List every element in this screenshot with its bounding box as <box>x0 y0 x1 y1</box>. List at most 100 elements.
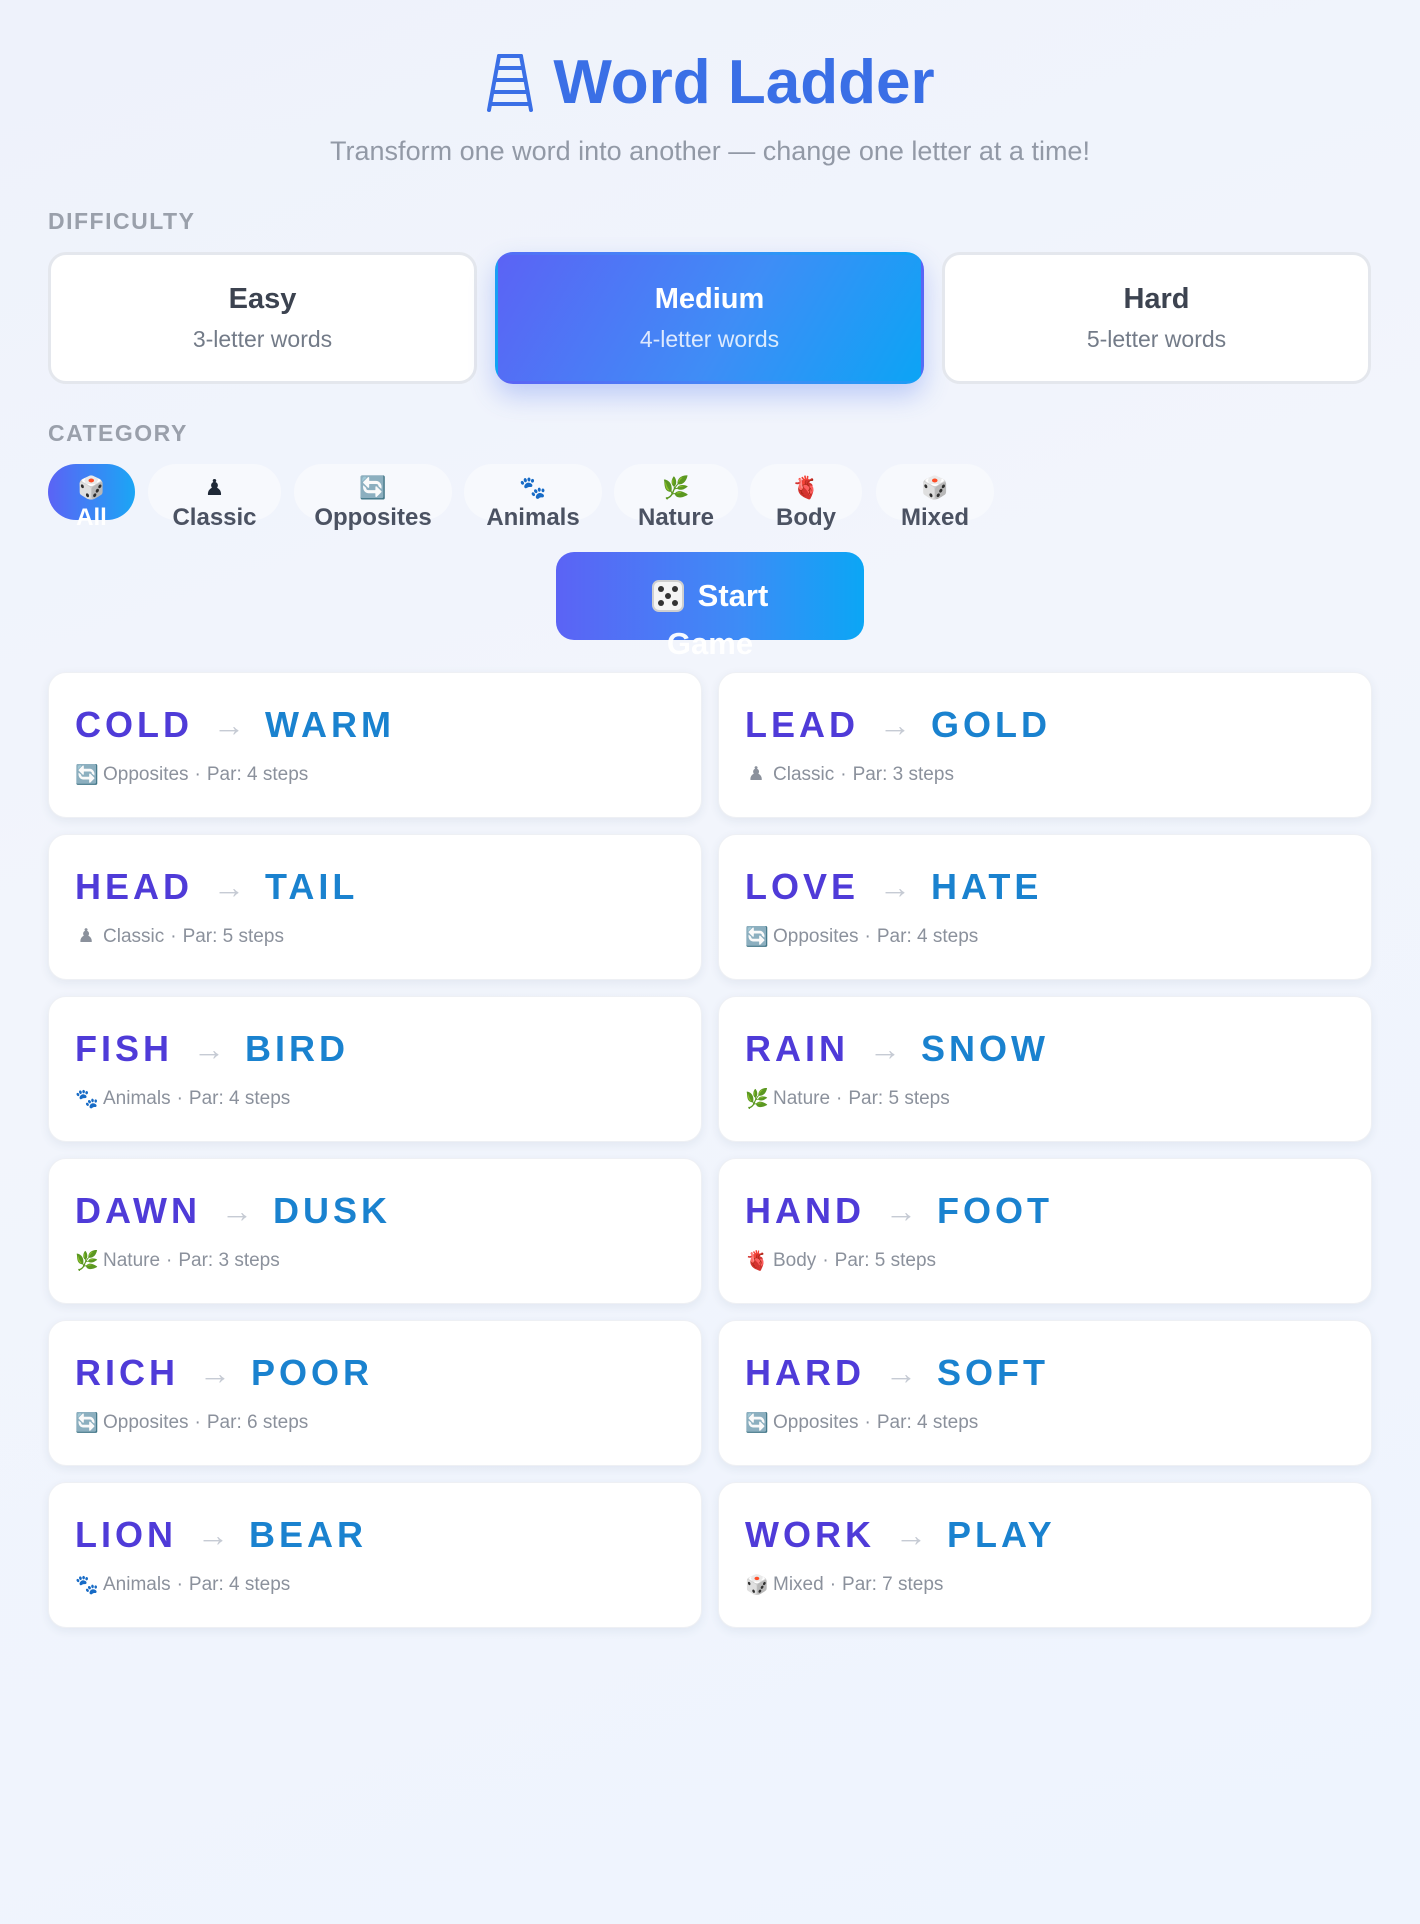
arrow-right-icon: → <box>213 707 245 743</box>
target-word: BEAR <box>249 1514 368 1555</box>
start-word: FISH <box>75 1028 174 1069</box>
start-label: Start <box>697 578 769 613</box>
category-label-text: Nature <box>637 504 715 531</box>
category-icon: 🐾 <box>75 1575 99 1596</box>
category-opposites-icon: 🔄 <box>359 475 387 500</box>
category-classic-button[interactable]: ♟ Classic <box>148 464 281 531</box>
puzzle-par: Par: 7 steps <box>842 1574 944 1595</box>
puzzle-category: Opposites <box>773 1412 859 1433</box>
target-word: HATE <box>931 866 1043 907</box>
puzzle-card[interactable]: LION → BEAR 🐾 Animals · Par: 4 steps <box>48 1482 702 1628</box>
start-word: COLD <box>75 704 193 745</box>
meta-separator: · <box>194 1412 201 1433</box>
puzzle-meta: 🫀 Body · Par: 5 steps <box>745 1249 1345 1273</box>
puzzle-category: Animals <box>103 1088 171 1109</box>
puzzle-meta: 🌿 Nature · Par: 5 steps <box>745 1087 1345 1111</box>
start-word: LION <box>75 1514 177 1555</box>
word-pair: LION → BEAR <box>75 1513 675 1557</box>
category-label-text: Opposites <box>314 504 432 531</box>
start-game-button[interactable]: Start Game <box>556 552 864 661</box>
puzzle-card[interactable]: LOVE → HATE 🔄 Opposites · Par: 4 steps <box>718 834 1372 980</box>
puzzle-par: Par: 4 steps <box>188 1574 291 1595</box>
puzzle-meta: 🌿 Nature · Par: 3 steps <box>75 1249 675 1273</box>
puzzle-card[interactable]: WORK → PLAY 🎲 Mixed · Par: 7 steps <box>718 1482 1372 1628</box>
category-icon: 🔄 <box>75 765 99 786</box>
category-label: CATEGORY <box>48 420 188 446</box>
category-animals-button[interactable]: 🐾 Animals <box>464 464 602 531</box>
puzzle-grid: COLD → WARM 🔄 Opposites · Par: 4 steps LEAD → GOL… <box>48 672 1372 1628</box>
target-word: FOOT <box>937 1190 1053 1231</box>
arrow-right-icon: → <box>199 1355 231 1391</box>
page-header: Word Ladder Transform one word into anot… <box>0 46 1420 168</box>
difficulty-name: Easy <box>228 283 297 315</box>
puzzle-category: Opposites <box>103 1412 189 1433</box>
puzzle-meta: ♟ Classic · Par: 5 steps <box>75 925 675 948</box>
start-word: HARD <box>745 1352 865 1393</box>
arrow-right-icon: → <box>197 1517 229 1553</box>
category-mixed-button[interactable]: 🎲 Mixed <box>876 464 994 531</box>
meta-separator: · <box>176 1574 183 1595</box>
category-nature-icon: 🌿 <box>662 475 690 500</box>
difficulty-label: DIFFICULTY <box>48 208 196 234</box>
difficulty-easy-button[interactable]: Easy 3-letter words <box>48 252 477 384</box>
category-all-button[interactable]: 🎲 All <box>48 464 135 531</box>
category-label-text: Classic <box>172 504 257 531</box>
category-selector: 🎲 All ♟ Classic 🔄 Opposites 🐾 Animals 🌿 Nature 🫀 Bo… <box>48 464 1371 531</box>
word-pair: LOVE → HATE <box>745 865 1345 909</box>
meta-separator: · <box>170 925 177 947</box>
puzzle-card[interactable]: HEAD → TAIL ♟ Classic · Par: 5 steps <box>48 834 702 980</box>
difficulty-medium-button[interactable]: Medium 4-letter words <box>495 252 924 384</box>
target-word: PLAY <box>946 1514 1056 1555</box>
puzzle-card[interactable]: FISH → BIRD 🐾 Animals · Par: 4 steps <box>48 996 702 1142</box>
category-body-button[interactable]: 🫀 Body <box>750 464 862 531</box>
meta-separator: · <box>822 1250 829 1271</box>
category-all-icon: 🎲 <box>77 475 106 500</box>
puzzle-meta: 🔄 Opposites · Par: 4 steps <box>75 763 675 787</box>
puzzle-meta: ♟ Classic · Par: 3 steps <box>745 763 1345 786</box>
ladder-icon <box>487 54 534 112</box>
target-word: POOR <box>251 1352 374 1393</box>
arrow-right-icon: → <box>879 707 911 743</box>
puzzle-par: Par: 6 steps <box>206 1412 309 1433</box>
puzzle-card[interactable]: LEAD → GOLD ♟ Classic · Par: 3 steps <box>718 672 1372 818</box>
category-nature-button[interactable]: 🌿 Nature <box>614 464 738 531</box>
category-opposites-button[interactable]: 🔄 Opposites <box>294 464 452 531</box>
category-icon: 🌿 <box>745 1089 769 1110</box>
puzzle-card[interactable]: COLD → WARM 🔄 Opposites · Par: 4 steps <box>48 672 702 818</box>
category-icon: 🔄 <box>75 1413 99 1434</box>
puzzle-card[interactable]: RAIN → SNOW 🌿 Nature · Par: 5 steps <box>718 996 1372 1142</box>
meta-separator: · <box>829 1574 837 1595</box>
difficulty-hard-button[interactable]: Hard 5-letter words <box>942 252 1371 384</box>
target-word: TAIL <box>265 866 359 907</box>
puzzle-card[interactable]: DAWN → DUSK 🌿 Nature · Par: 3 steps <box>48 1158 702 1304</box>
puzzle-par: Par: 5 steps <box>834 1250 937 1271</box>
word-pair: FISH → BIRD <box>75 1027 675 1071</box>
start-label-wrap: Game <box>666 626 754 661</box>
arrow-right-icon: → <box>894 1517 927 1553</box>
puzzle-card[interactable]: RICH → POOR 🔄 Opposites · Par: 6 steps <box>48 1320 702 1466</box>
target-word: GOLD <box>931 704 1051 745</box>
word-pair: COLD → WARM <box>75 703 675 747</box>
category-classic-icon: ♟ <box>204 475 225 500</box>
puzzle-card[interactable]: HARD → SOFT 🔄 Opposites · Par: 4 steps <box>718 1320 1372 1466</box>
category-icon: 🎲 <box>745 1575 769 1596</box>
category-icon: ♟ <box>747 764 765 785</box>
arrow-right-icon: → <box>221 1193 253 1229</box>
puzzle-par: Par: 3 steps <box>178 1250 280 1271</box>
category-label-text: Body <box>776 504 836 531</box>
meta-separator: · <box>864 1412 871 1433</box>
puzzle-card[interactable]: HAND → FOOT 🫀 Body · Par: 5 steps <box>718 1158 1372 1304</box>
puzzle-category: Nature <box>773 1088 831 1109</box>
target-word: SOFT <box>937 1352 1049 1393</box>
puzzle-par: Par: 3 steps <box>852 763 954 785</box>
puzzle-meta: 🐾 Animals · Par: 4 steps <box>75 1573 675 1597</box>
difficulty-selector: Easy 3-letter words Medium 4-letter words Ha… <box>48 252 1371 384</box>
target-word: WARM <box>265 704 395 745</box>
difficulty-description: 5-letter words <box>1086 326 1227 352</box>
category-icon: 🔄 <box>745 1413 769 1434</box>
puzzle-meta: 🔄 Opposites · Par: 4 steps <box>745 1411 1345 1435</box>
puzzle-category: Opposites <box>773 926 859 947</box>
start-word: HEAD <box>75 866 194 907</box>
puzzle-par: Par: 4 steps <box>188 1088 291 1109</box>
difficulty-name: Medium <box>654 283 765 315</box>
